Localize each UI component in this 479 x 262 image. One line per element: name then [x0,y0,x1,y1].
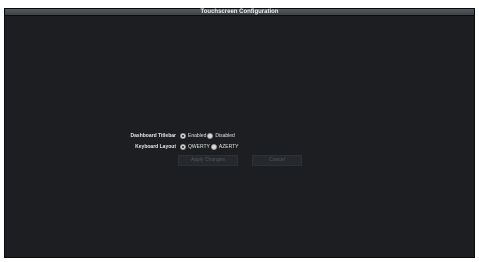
dashboard-titlebar-disabled-radio[interactable] [207,133,214,139]
keyboard-layout-azerty-radio[interactable] [210,144,217,150]
dashboard-titlebar-enabled-radio[interactable] [180,133,186,139]
touchscreen-config-window: Touchscreen Configuration Dashboard Titl… [4,8,475,258]
config-panel: Dashboard Titlebar Enabled Disabled Keyb… [5,16,474,257]
dashboard-titlebar-label: Dashboard Titlebar [130,133,176,139]
apply-changes-button[interactable]: Apply Changes [178,155,238,166]
keyboard-layout-qwerty-radio[interactable] [180,144,186,150]
dashboard-titlebar-enabled-label[interactable]: Enabled [188,133,206,139]
keyboard-layout-row: Keyboard Layout QWERTY AZERTY [118,143,240,151]
dashboard-titlebar-row: Dashboard Titlebar Enabled Disabled [118,132,236,140]
keyboard-layout-qwerty-label[interactable]: QWERTY [188,144,210,150]
cancel-button[interactable]: Cancel [252,155,302,166]
window-title: Touchscreen Configuration [5,9,474,16]
keyboard-layout-azerty-label[interactable]: AZERTY [219,144,239,150]
dashboard-titlebar-disabled-label[interactable]: Disabled [215,133,234,139]
keyboard-layout-label: Keyboard Layout [135,144,176,150]
